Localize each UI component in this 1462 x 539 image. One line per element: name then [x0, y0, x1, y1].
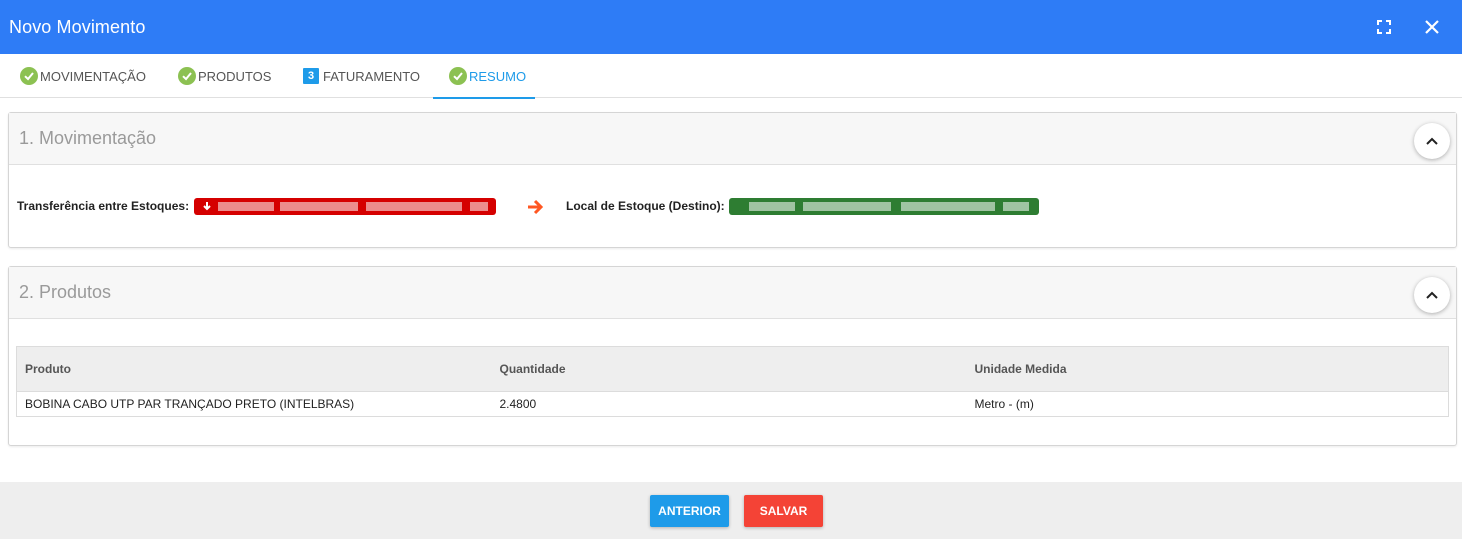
origin-label: Transferência entre Estoques:	[17, 199, 190, 213]
tab-faturamento[interactable]: 3 FATURAMENTO	[303, 54, 420, 98]
collapse-button[interactable]	[1414, 277, 1450, 313]
collapse-button[interactable]	[1414, 123, 1450, 159]
wizard-tabs: MOVIMENTAÇÃO PRODUTOS 3 FATURAMENTO RESU…	[0, 54, 1462, 99]
movimentacao-panel: 1. Movimentação Transferência entre Esto…	[8, 112, 1457, 248]
origin-stock-pill	[194, 198, 496, 215]
tab-produtos[interactable]: PRODUTOS	[178, 54, 271, 98]
panel-header: 1. Movimentação	[9, 113, 1456, 165]
check-circle-icon	[449, 67, 467, 85]
tab-resumo[interactable]: RESUMO	[433, 54, 535, 99]
movimentacao-body: Transferência entre Estoques: Local de E…	[9, 165, 1456, 247]
dialog-titlebar: Novo Movimento	[0, 0, 1462, 54]
panel-header: 2. Produtos	[9, 267, 1456, 319]
salvar-button[interactable]: SALVAR	[744, 495, 823, 527]
cell-produto: BOBINA CABO UTP PAR TRANÇADO PRETO (INTE…	[25, 397, 355, 411]
dialog-footer: ANTERIOR SALVAR	[0, 482, 1462, 539]
destination-label: Local de Estoque (Destino):	[566, 199, 725, 213]
produtos-body: Produto Quantidade Unidade Medida BOBINA…	[9, 319, 1456, 445]
column-header-unidade[interactable]: Unidade Medida	[966, 346, 1449, 392]
products-table: Produto Quantidade Unidade Medida BOBINA…	[16, 346, 1449, 417]
check-circle-icon	[20, 67, 38, 85]
tab-label: RESUMO	[469, 68, 527, 84]
arrow-right-icon	[528, 199, 544, 215]
cell-unidade: Metro - (m)	[974, 397, 1034, 411]
close-button[interactable]	[1420, 15, 1444, 39]
produtos-panel: 2. Produtos Produto Quantidade Unidade M…	[8, 266, 1457, 446]
fullscreen-icon	[1377, 20, 1391, 34]
tab-movimentacao[interactable]: MOVIMENTAÇÃO	[20, 54, 146, 98]
panel-title: 2. Produtos	[19, 282, 112, 302]
tab-label: PRODUTOS	[198, 68, 272, 84]
arrow-down-icon	[203, 202, 211, 211]
panel-title: 1. Movimentação	[19, 128, 157, 148]
cell-quantidade: 2.4800	[499, 397, 537, 411]
tab-label: MOVIMENTAÇÃO	[40, 68, 146, 84]
destination-stock-pill	[729, 198, 1039, 215]
step-number-badge: 3	[303, 68, 319, 84]
table-row[interactable]: BOBINA CABO UTP PAR TRANÇADO PRETO (INTE…	[17, 392, 1449, 417]
close-icon	[1425, 20, 1439, 34]
tab-label: FATURAMENTO	[323, 68, 421, 84]
column-header-produto[interactable]: Produto	[16, 346, 492, 392]
chevron-up-icon	[1426, 291, 1438, 299]
dialog-title: Novo Movimento	[9, 16, 146, 37]
table-header-row: Produto Quantidade Unidade Medida	[16, 346, 1449, 392]
anterior-button[interactable]: ANTERIOR	[650, 495, 729, 527]
chevron-up-icon	[1426, 137, 1438, 145]
fullscreen-button[interactable]	[1372, 15, 1396, 39]
check-circle-icon	[178, 67, 196, 85]
column-header-quantidade[interactable]: Quantidade	[491, 346, 967, 392]
